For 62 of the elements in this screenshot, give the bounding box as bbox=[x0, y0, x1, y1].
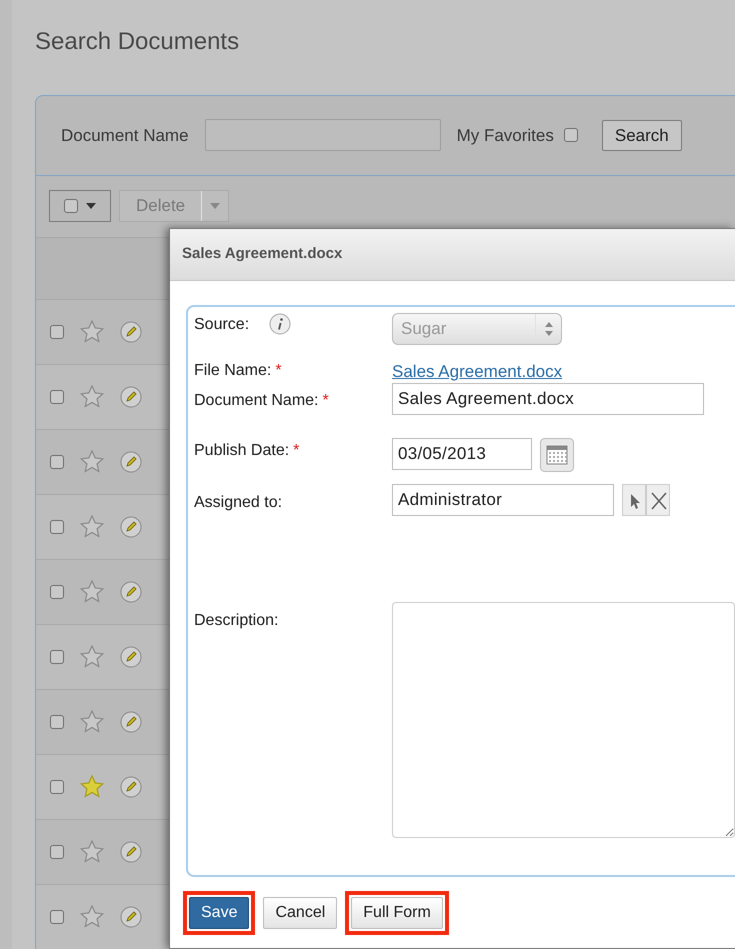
favorite-star-icon[interactable] bbox=[80, 320, 104, 344]
favorite-star-icon[interactable] bbox=[80, 515, 104, 538]
field-label: Source: bbox=[194, 315, 250, 335]
clear-icon[interactable] bbox=[646, 484, 670, 516]
favorite-star-icon[interactable] bbox=[80, 710, 104, 734]
file-name-link[interactable]: Sales Agreement.docx bbox=[392, 359, 562, 384]
caret-icon bbox=[86, 202, 96, 209]
document-name-label: Document Name bbox=[61, 124, 189, 147]
document-name-field[interactable]: Sales Agreement.docx bbox=[392, 383, 704, 415]
publish-date-field[interactable]: 03/05/2013 bbox=[392, 438, 532, 470]
edit-pencil-icon[interactable] bbox=[120, 840, 142, 863]
row-checkbox[interactable] bbox=[50, 584, 64, 599]
edit-pencil-icon[interactable] bbox=[120, 646, 142, 668]
edit-pencil-icon[interactable] bbox=[120, 450, 142, 473]
row-checkbox[interactable] bbox=[50, 780, 64, 794]
favorite-star-icon[interactable] bbox=[80, 840, 104, 864]
row-checkbox[interactable] bbox=[50, 324, 64, 339]
source-select: Sugar bbox=[392, 313, 562, 345]
field-label: File Name: bbox=[194, 361, 272, 381]
edit-pencil-icon[interactable] bbox=[120, 776, 142, 798]
edit-pencil-icon[interactable] bbox=[120, 386, 142, 408]
edit-pencil-icon[interactable] bbox=[120, 580, 142, 603]
row-checkbox[interactable] bbox=[50, 714, 64, 729]
edit-pencil-icon[interactable] bbox=[120, 710, 142, 733]
my-favorites-label: My Favorites bbox=[456, 124, 554, 147]
field-label: Assigned to: bbox=[194, 493, 282, 513]
field-label: Description: bbox=[194, 611, 278, 631]
favorite-star-icon[interactable] bbox=[80, 645, 104, 668]
calendar-icon[interactable] bbox=[540, 438, 574, 472]
dialog-button[interactable]: Cancel bbox=[263, 897, 338, 929]
field-label: Publish Date: bbox=[194, 441, 290, 461]
favorite-star-icon[interactable] bbox=[80, 905, 104, 928]
edit-pencil-icon[interactable] bbox=[120, 906, 142, 928]
select-all-checkbox[interactable] bbox=[64, 198, 78, 213]
favorites-checkbox[interactable] bbox=[564, 128, 578, 142]
search-button[interactable]: Search bbox=[602, 120, 682, 152]
favorite-star-icon[interactable] bbox=[80, 385, 104, 408]
edit-pencil-icon[interactable] bbox=[120, 516, 142, 538]
document-name-field[interactable] bbox=[204, 119, 441, 152]
row-checkbox[interactable] bbox=[50, 910, 64, 924]
row-checkbox[interactable] bbox=[50, 390, 64, 404]
dialog-title: Sales Agreement.docx bbox=[182, 244, 342, 264]
row-checkbox[interactable] bbox=[50, 650, 64, 664]
dialog-button[interactable]: Save bbox=[189, 897, 250, 929]
select-pointer-icon[interactable] bbox=[622, 484, 646, 516]
favorite-star-icon[interactable] bbox=[80, 450, 104, 474]
row-checkbox[interactable] bbox=[50, 520, 64, 534]
select-all-dropdown[interactable] bbox=[49, 190, 111, 222]
dialog-button[interactable]: Full Form bbox=[351, 897, 443, 929]
required-mark: * bbox=[275, 361, 282, 381]
row-checkbox[interactable] bbox=[50, 454, 64, 469]
page-title: Search Documents bbox=[35, 28, 240, 57]
favorite-star-icon[interactable] bbox=[80, 775, 104, 798]
edit-pencil-icon[interactable] bbox=[120, 320, 142, 343]
required-mark: * bbox=[293, 441, 300, 461]
field-label: Document Name: bbox=[194, 391, 318, 411]
description-field[interactable] bbox=[392, 602, 735, 838]
assigned-to-field[interactable]: Administrator bbox=[392, 484, 614, 516]
favorite-star-icon[interactable] bbox=[80, 580, 104, 604]
row-checkbox[interactable] bbox=[50, 844, 64, 859]
caret-icon bbox=[210, 202, 220, 209]
required-mark: * bbox=[322, 391, 329, 411]
